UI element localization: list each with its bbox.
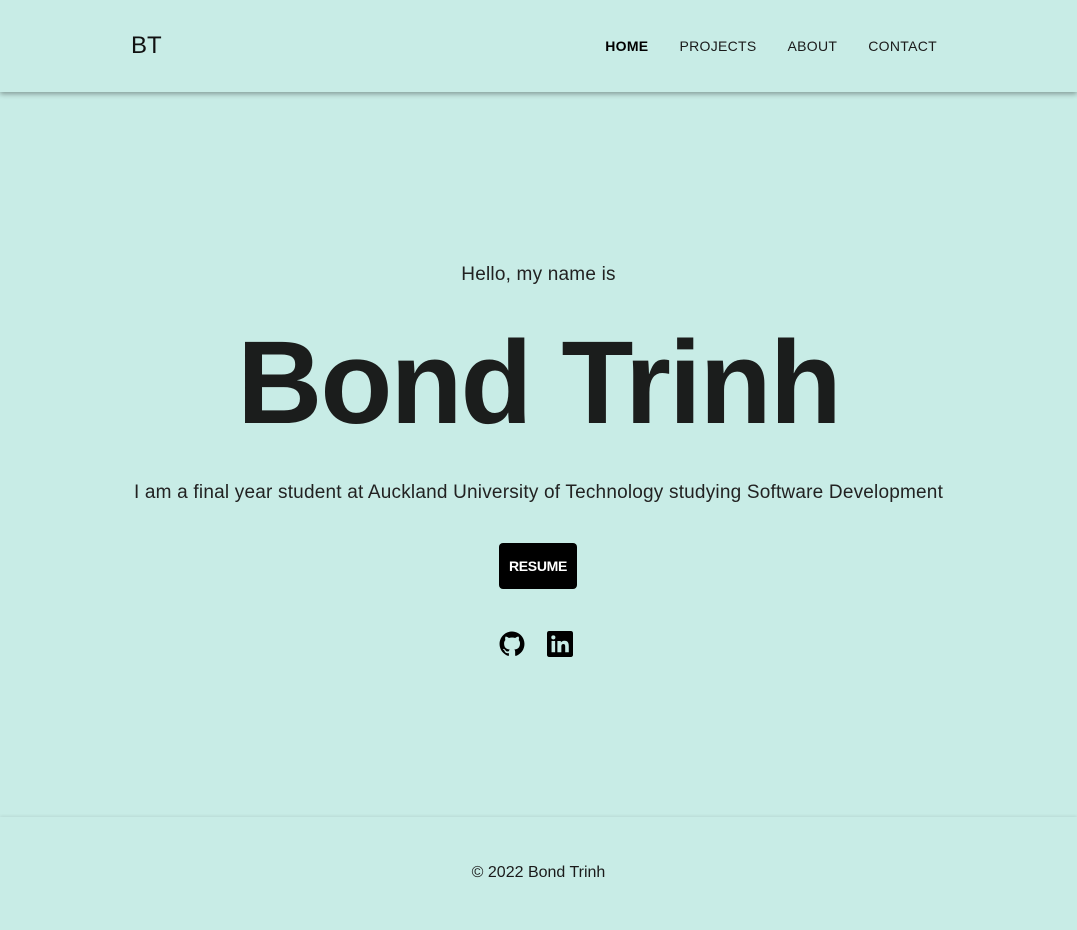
hero-section: Hello, my name is Bond Trinh I am a fina… (0, 92, 1077, 817)
linkedin-icon (547, 631, 573, 657)
social-links (0, 631, 1077, 657)
greeting-text: Hello, my name is (461, 264, 616, 285)
github-icon (499, 631, 525, 656)
nav-links: HOME PROJECTS ABOUT CONTACT (574, 37, 937, 55)
resume-button[interactable]: RESUME (499, 543, 577, 589)
brand-logo[interactable]: BT (131, 31, 162, 61)
hero-name: Bond Trinh (237, 317, 842, 449)
nav-link-about[interactable]: ABOUT (788, 37, 838, 55)
github-link[interactable] (499, 631, 525, 657)
footer: © 2022 Bond Trinh (0, 817, 1077, 930)
copyright-text: © 2022 Bond Trinh (471, 864, 606, 881)
hero-tagline: I am a final year student at Auckland Un… (133, 482, 944, 503)
nav-link-projects[interactable]: PROJECTS (679, 37, 756, 55)
navbar: BT HOME PROJECTS ABOUT CONTACT (0, 0, 1077, 92)
nav-link-contact[interactable]: CONTACT (868, 37, 937, 55)
linkedin-link[interactable] (547, 631, 573, 657)
nav-link-home[interactable]: HOME (605, 37, 648, 55)
